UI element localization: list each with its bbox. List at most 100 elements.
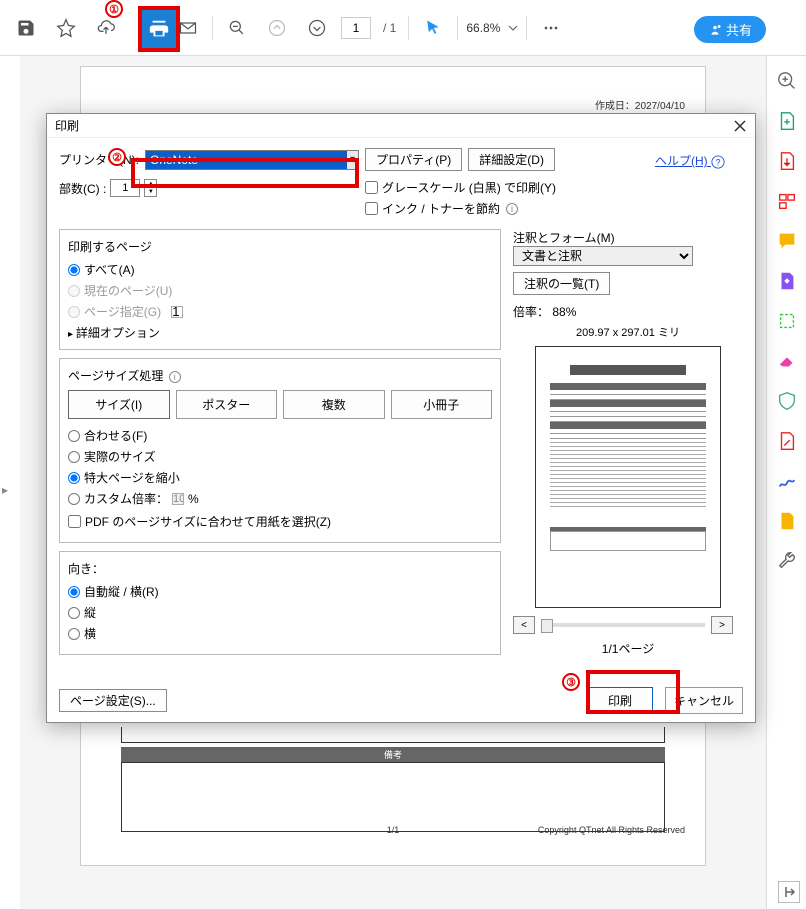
panel-collapse-icon[interactable] bbox=[778, 881, 800, 903]
tool-green-icon[interactable] bbox=[776, 310, 798, 332]
orientation-title: 向き： bbox=[68, 560, 492, 577]
grayscale-label: グレースケール (白黒) で印刷(Y) bbox=[382, 179, 556, 196]
page-setup-button[interactable]: ページ設定(S)... bbox=[59, 689, 167, 712]
shrink-label: 特大ページを縮小 bbox=[84, 469, 180, 486]
comments-list-button[interactable]: 注釈の一覧(T) bbox=[513, 272, 610, 295]
grayscale-checkbox[interactable] bbox=[365, 181, 378, 194]
biko-header: 備考 bbox=[121, 747, 665, 762]
page-down-icon[interactable] bbox=[301, 12, 333, 44]
mail-icon[interactable] bbox=[172, 12, 204, 44]
organize-icon[interactable] bbox=[776, 190, 798, 212]
right-side-panel bbox=[766, 56, 806, 909]
print-dialog: 印刷 ヘルプ(H) ? プリンター(N): OneNote ▾ プロパティ(P)… bbox=[46, 113, 756, 723]
page-up-icon[interactable] bbox=[261, 12, 293, 44]
save-icon[interactable] bbox=[10, 12, 42, 44]
preview-page-indicator: 1/1ページ bbox=[513, 640, 743, 657]
multiple-button[interactable]: 複数 bbox=[283, 390, 385, 419]
sign-blue-icon[interactable] bbox=[776, 470, 798, 492]
radio-landscape[interactable] bbox=[68, 628, 80, 640]
booklet-button[interactable]: 小冊子 bbox=[391, 390, 493, 419]
chevron-down-icon[interactable] bbox=[508, 23, 518, 33]
copies-spinner[interactable]: ▲▼ bbox=[144, 179, 157, 197]
detail-options-toggle[interactable]: 詳細オプション bbox=[68, 324, 492, 341]
page-dimensions: 209.97 x 297.01 ミリ bbox=[513, 324, 743, 340]
preview-slider[interactable] bbox=[541, 623, 705, 627]
search-plus-icon[interactable] bbox=[776, 70, 798, 92]
more-icon[interactable] bbox=[535, 12, 567, 44]
star-icon[interactable] bbox=[50, 12, 82, 44]
custom-scale-input bbox=[172, 493, 184, 505]
protect-icon[interactable] bbox=[776, 390, 798, 412]
copies-input[interactable] bbox=[110, 179, 140, 197]
page-spec-label: ページ指定(G) bbox=[84, 303, 161, 320]
choose-paper-label: PDF のページサイズに合わせて用紙を選択(Z) bbox=[85, 513, 331, 530]
preview-next-button[interactable]: > bbox=[711, 616, 733, 634]
dialog-title: 印刷 bbox=[55, 117, 79, 134]
eraser-icon[interactable] bbox=[776, 350, 798, 372]
choose-paper-checkbox[interactable] bbox=[68, 515, 81, 528]
info-icon[interactable]: i bbox=[169, 371, 181, 383]
radio-all-pages[interactable] bbox=[68, 264, 80, 276]
zoom-out-icon[interactable] bbox=[221, 12, 253, 44]
radio-custom-scale[interactable] bbox=[68, 493, 80, 505]
chevron-down-icon: ▾ bbox=[347, 151, 358, 169]
close-icon[interactable] bbox=[733, 119, 747, 133]
help-link[interactable]: ヘルプ(H) ? bbox=[655, 152, 725, 169]
fill-sign-icon[interactable] bbox=[776, 270, 798, 292]
radio-shrink[interactable] bbox=[68, 472, 80, 484]
cancel-button[interactable]: キャンセル bbox=[665, 687, 743, 714]
svg-text:?: ? bbox=[716, 157, 721, 167]
print-confirm-button[interactable]: 印刷 bbox=[587, 687, 653, 714]
share-label: 共有 bbox=[726, 20, 752, 39]
radio-actual[interactable] bbox=[68, 451, 80, 463]
page-spec-input bbox=[171, 306, 183, 318]
annotation-2: ② bbox=[108, 148, 126, 166]
pdf-red-icon[interactable] bbox=[776, 430, 798, 452]
portrait-label: 縦 bbox=[84, 604, 96, 621]
radio-portrait[interactable] bbox=[68, 607, 80, 619]
radio-auto-orient[interactable] bbox=[68, 586, 80, 598]
radio-fit[interactable] bbox=[68, 430, 80, 442]
radio-current-page bbox=[68, 285, 80, 297]
radio-page-spec bbox=[68, 306, 80, 318]
preview-prev-button[interactable]: < bbox=[513, 616, 535, 634]
help-icon: ? bbox=[711, 155, 725, 169]
doc-copyright: Copyright QTnet All Rights Reserved bbox=[538, 825, 685, 835]
page-number-input[interactable] bbox=[341, 17, 371, 39]
scale-value: 88% bbox=[552, 305, 576, 319]
create-pdf-icon[interactable] bbox=[776, 110, 798, 132]
comment-icon[interactable] bbox=[776, 230, 798, 252]
share-button[interactable]: 共有 bbox=[694, 16, 766, 43]
doc-created-date: 作成日：2027/04/10 bbox=[595, 97, 685, 112]
printer-selected-value: OneNote bbox=[150, 153, 198, 167]
auto-orient-label: 自動縦 / 横(R) bbox=[84, 583, 159, 600]
save-ink-label: インク / トナーを節約 bbox=[382, 200, 500, 217]
print-preview-thumbnail bbox=[535, 346, 721, 608]
scale-label: 倍率： bbox=[513, 305, 549, 319]
actual-size-label: 実際のサイズ bbox=[84, 448, 156, 465]
page-range-title: 印刷するページ bbox=[68, 238, 492, 255]
annotation-1: ① bbox=[105, 0, 123, 18]
comments-forms-title: 注釈とフォーム(M) bbox=[513, 229, 743, 246]
cursor-icon[interactable] bbox=[417, 12, 449, 44]
copies-label: 部数(C) : bbox=[59, 180, 106, 197]
export-pdf-icon[interactable] bbox=[776, 150, 798, 172]
size-button[interactable]: サイズ(I) bbox=[68, 390, 170, 419]
info-icon[interactable]: i bbox=[506, 203, 518, 215]
properties-button[interactable]: プロパティ(P) bbox=[365, 148, 462, 171]
doc-page-number: 1/1 bbox=[387, 825, 400, 835]
printer-select[interactable]: OneNote ▾ bbox=[145, 150, 359, 170]
advanced-settings-button[interactable]: 詳細設定(D) bbox=[468, 148, 555, 171]
poster-button[interactable]: ポスター bbox=[176, 390, 278, 419]
fit-label: 合わせる(F) bbox=[84, 427, 147, 444]
page-total-label: / 1 bbox=[379, 21, 400, 35]
save-ink-checkbox[interactable] bbox=[365, 202, 378, 215]
wrench-icon[interactable] bbox=[776, 550, 798, 572]
printer-label: プリンター(N): bbox=[59, 151, 139, 168]
comments-forms-select[interactable]: 文書と注釈 bbox=[513, 246, 693, 266]
file-yellow-icon[interactable] bbox=[776, 510, 798, 532]
print-button[interactable] bbox=[142, 10, 176, 48]
landscape-label: 横 bbox=[84, 625, 96, 642]
left-expand-handle[interactable]: ▸ bbox=[0, 480, 10, 500]
zoom-level[interactable]: 66.8% bbox=[466, 21, 500, 35]
